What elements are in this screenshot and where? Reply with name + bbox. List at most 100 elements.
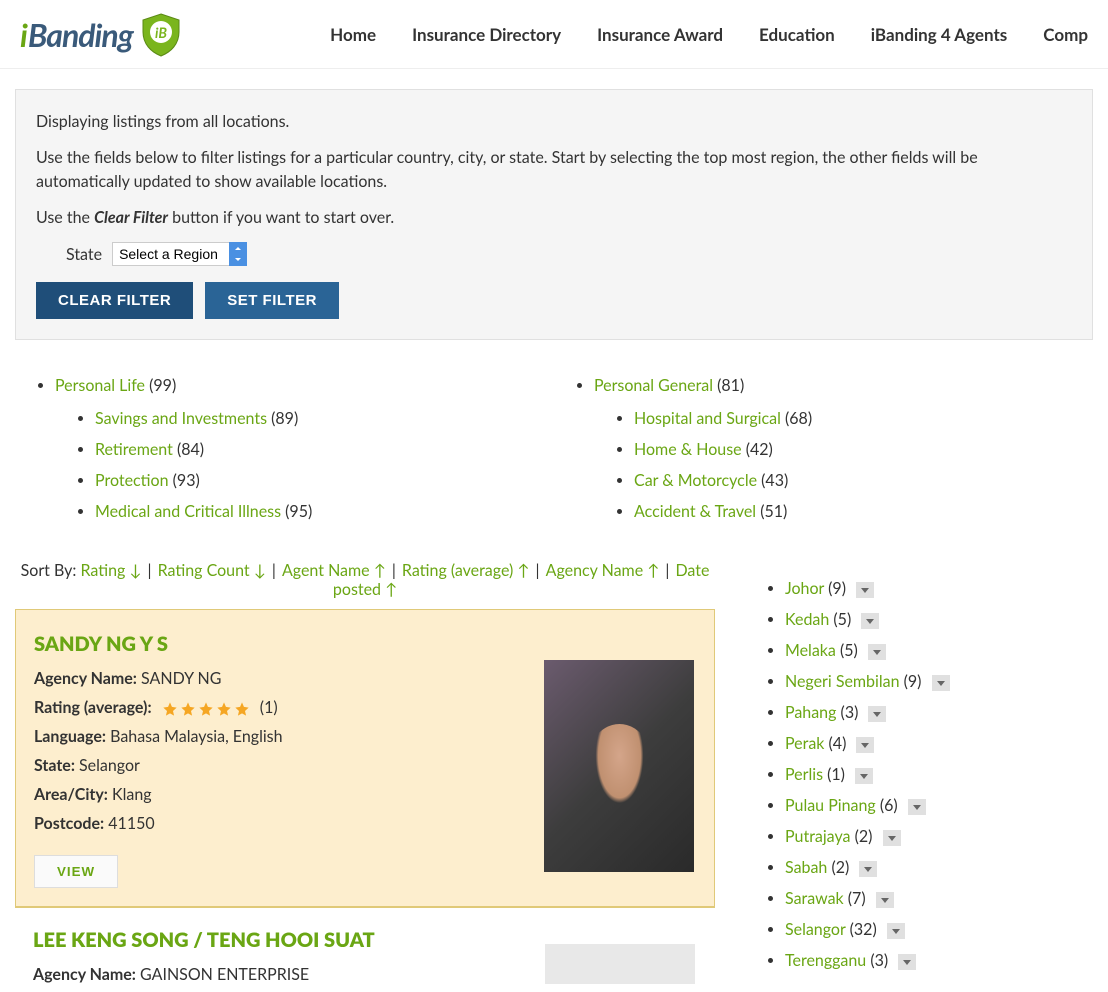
state-link[interactable]: Terengganu xyxy=(785,951,866,970)
expand-toggle[interactable] xyxy=(856,737,874,753)
state-item: Pahang (3) xyxy=(785,697,1093,728)
state-link[interactable]: Negeri Sembilan xyxy=(785,672,900,691)
subcategory-item: Accident & Travel (51) xyxy=(634,496,1093,527)
listing-card: LEE KENG SONG / TENG HOOI SUAT Agency Na… xyxy=(15,907,715,984)
subcategory-item: Savings and Investments (89) xyxy=(95,403,554,434)
nav-home[interactable]: Home xyxy=(330,24,376,45)
state-item: Perak (4) xyxy=(785,728,1093,759)
category-link[interactable]: Personal Life xyxy=(55,376,145,395)
agent-photo[interactable] xyxy=(545,944,695,984)
filter-info-2: Use the fields below to filter listings … xyxy=(36,146,1072,194)
clear-filter-button[interactable]: CLEAR FILTER xyxy=(36,282,193,319)
subcategory-link[interactable]: Car & Motorcycle xyxy=(634,471,757,490)
subcategory-link[interactable]: Home & House xyxy=(634,440,742,459)
expand-toggle[interactable] xyxy=(868,706,886,722)
state-select[interactable]: Select a Region xyxy=(112,242,247,266)
state-link[interactable]: Pahang xyxy=(785,703,836,722)
states-sidebar: Johor (9) Kedah (5) Melaka (5) Negeri Se… xyxy=(745,553,1093,992)
nav-education[interactable]: Education xyxy=(759,24,835,45)
agent-photo[interactable] xyxy=(544,660,694,872)
listing-title-link[interactable]: SANDY NG Y S xyxy=(34,632,168,656)
category-link[interactable]: Personal General xyxy=(594,376,713,395)
expand-toggle[interactable] xyxy=(887,923,905,939)
nav-insurance-directory[interactable]: Insurance Directory xyxy=(412,24,561,45)
state-item: Johor (9) xyxy=(785,573,1093,604)
expand-toggle[interactable] xyxy=(932,675,950,691)
state-link[interactable]: Selangor xyxy=(785,920,846,939)
state-item: Kedah (5) xyxy=(785,604,1093,635)
sort-option[interactable]: Rating Count ↓ xyxy=(158,561,266,580)
star-icon xyxy=(216,701,232,717)
expand-toggle[interactable] xyxy=(898,954,916,970)
nav-ibanding-4-agents[interactable]: iBanding 4 Agents xyxy=(871,24,1008,45)
star-icon xyxy=(162,701,178,717)
expand-toggle[interactable] xyxy=(861,613,879,629)
subcategory-link[interactable]: Accident & Travel xyxy=(634,502,756,521)
logo-text: Banding xyxy=(28,15,133,54)
state-link[interactable]: Perlis xyxy=(785,765,823,784)
sort-by-row: Sort By: Rating ↓ | Rating Count ↓ | Age… xyxy=(15,553,715,609)
nav-compare[interactable]: Comp xyxy=(1043,24,1088,45)
state-item: Negeri Sembilan (9) xyxy=(785,666,1093,697)
subcategory-item: Home & House (42) xyxy=(634,434,1093,465)
subcategory-item: Medical and Critical Illness (95) xyxy=(95,496,554,527)
state-link[interactable]: Kedah xyxy=(785,610,829,629)
svg-text:iB: iB xyxy=(155,24,167,41)
state-link[interactable]: Johor xyxy=(785,579,824,598)
expand-toggle[interactable] xyxy=(876,892,894,908)
state-link[interactable]: Sarawak xyxy=(785,889,844,908)
state-link[interactable]: Melaka xyxy=(785,641,836,660)
subcategory-item: Protection (93) xyxy=(95,465,554,496)
top-nav: iBanding iB Home Insurance Directory Ins… xyxy=(0,0,1108,69)
listing-card: SANDY NG Y S Agency Name: SANDY NG Ratin… xyxy=(15,609,715,907)
category-personal-life: Personal Life (99) Savings and Investmen… xyxy=(55,370,554,533)
state-link[interactable]: Pulau Pinang xyxy=(785,796,876,815)
state-item: Melaka (5) xyxy=(785,635,1093,666)
state-item: Sarawak (7) xyxy=(785,883,1093,914)
category-personal-general: Personal General (81) Hospital and Surgi… xyxy=(594,370,1093,533)
state-item: Terengganu (3) xyxy=(785,945,1093,976)
sort-option[interactable]: Rating (average) ↑ xyxy=(402,561,529,580)
subcategory-link[interactable]: Medical and Critical Illness xyxy=(95,502,281,521)
subcategory-item: Retirement (84) xyxy=(95,434,554,465)
set-filter-button[interactable]: SET FILTER xyxy=(205,282,339,319)
state-item: Pulau Pinang (6) xyxy=(785,790,1093,821)
filter-info-1: Displaying listings from all locations. xyxy=(36,110,1072,134)
sort-by-label: Sort By: xyxy=(21,561,81,580)
subcategory-item: Hospital and Surgical (68) xyxy=(634,403,1093,434)
state-link[interactable]: Putrajaya xyxy=(785,827,850,846)
expand-toggle[interactable] xyxy=(908,799,926,815)
sort-option[interactable]: Rating ↓ xyxy=(80,561,141,580)
expand-toggle[interactable] xyxy=(856,582,874,598)
logo[interactable]: iBanding iB xyxy=(20,10,185,58)
subcategory-link[interactable]: Savings and Investments xyxy=(95,409,267,428)
expand-toggle[interactable] xyxy=(868,644,886,660)
star-icon xyxy=(198,701,214,717)
state-link[interactable]: Perak xyxy=(785,734,824,753)
expand-toggle[interactable] xyxy=(883,830,901,846)
filter-panel: Displaying listings from all locations. … xyxy=(15,89,1093,340)
expand-toggle[interactable] xyxy=(855,768,873,784)
subcategory-link[interactable]: Hospital and Surgical xyxy=(634,409,781,428)
state-label: State xyxy=(66,245,102,264)
expand-toggle[interactable] xyxy=(859,861,877,877)
listing-title-link[interactable]: LEE KENG SONG / TENG HOOI SUAT xyxy=(33,928,375,952)
rating-stars xyxy=(162,701,250,717)
state-link[interactable]: Sabah xyxy=(785,858,827,877)
main-nav: Home Insurance Directory Insurance Award… xyxy=(330,24,1088,45)
sort-option[interactable]: Agent Name ↑ xyxy=(282,561,386,580)
state-item: Sabah (2) xyxy=(785,852,1093,883)
view-button[interactable]: VIEW xyxy=(34,855,118,888)
category-columns: Personal Life (99) Savings and Investmen… xyxy=(0,350,1108,553)
star-icon xyxy=(234,701,250,717)
state-item: Putrajaya (2) xyxy=(785,821,1093,852)
state-item: Perlis (1) xyxy=(785,759,1093,790)
star-icon xyxy=(180,701,196,717)
subcategory-link[interactable]: Retirement xyxy=(95,440,173,459)
logo-i: i xyxy=(20,15,28,54)
subcategory-link[interactable]: Protection xyxy=(95,471,169,490)
state-item: Selangor (32) xyxy=(785,914,1093,945)
sort-option[interactable]: Agency Name ↑ xyxy=(546,561,660,580)
shield-icon: iB xyxy=(137,10,185,58)
nav-insurance-award[interactable]: Insurance Award xyxy=(597,24,723,45)
